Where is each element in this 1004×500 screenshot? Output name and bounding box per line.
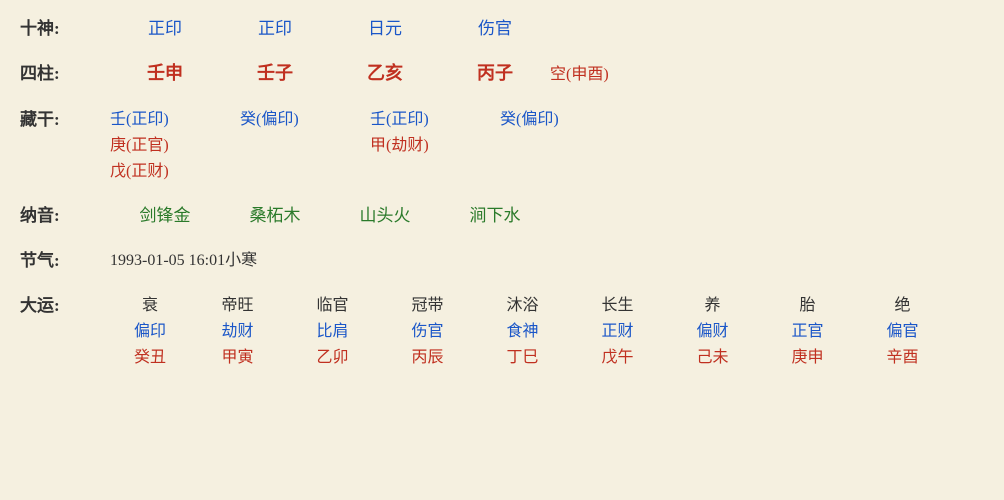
zanggan-line-2: 庚(正官) 甲(劫财) (110, 131, 630, 155)
dayun-l2-i2: 劫财 (190, 317, 285, 341)
zanggan-l2-i1: 庚(正官) (110, 131, 240, 155)
dayun-l2-i9: 偏官 (855, 317, 950, 341)
dayun-l2-i8: 正官 (760, 317, 855, 341)
nayin-item-1: 剑锋金 (110, 201, 220, 226)
shishen-content: 正印 正印 日元 伤官 (110, 14, 984, 39)
jieqi-row: 节气: 1993-01-05 16:01小寒 (20, 242, 984, 275)
dayun-l1-i4: 冠带 (380, 291, 475, 315)
dayun-l1-i3: 临官 (285, 291, 380, 315)
dayun-l2-i5: 食神 (475, 317, 570, 341)
dayun-line-1: 衰 帝旺 临官 冠带 沐浴 长生 养 胎 绝 (110, 291, 950, 315)
dayun-l3-i3: 乙卯 (285, 343, 380, 367)
zanggan-l2-i3: 甲(劫财) (370, 131, 500, 155)
dayun-l3-i6: 戊午 (570, 343, 665, 367)
dayun-content: 衰 帝旺 临官 冠带 沐浴 长生 养 胎 绝 偏印 劫财 比肩 伤官 食神 正财… (110, 291, 950, 367)
sizhu-item-3: 乙亥 (330, 59, 440, 85)
zanggan-l1-i1: 壬(正印) (110, 105, 240, 129)
zanggan-l2-i2 (240, 131, 370, 155)
dayun-row: 大运: 衰 帝旺 临官 冠带 沐浴 长生 养 胎 绝 偏印 劫财 比肩 伤官 食… (20, 287, 984, 371)
dayun-l2-i1: 偏印 (110, 317, 190, 341)
nayin-content: 剑锋金 桑柘木 山头火 涧下水 (110, 201, 984, 226)
dayun-l1-i9: 绝 (855, 291, 950, 315)
zanggan-row: 藏干: 壬(正印) 癸(偏印) 壬(正印) 癸(偏印) 庚(正官) 甲(劫财) … (20, 101, 984, 185)
jieqi-content: 1993-01-05 16:01小寒 (110, 246, 257, 270)
shishen-row: 十神: 正印 正印 日元 伤官 (20, 10, 984, 43)
nayin-item-4: 涧下水 (440, 201, 550, 226)
dayun-l1-i6: 长生 (570, 291, 665, 315)
zanggan-label: 藏干: (20, 105, 110, 130)
shishen-item-3: 日元 (330, 14, 440, 39)
zanggan-l1-i4: 癸(偏印) (500, 105, 630, 129)
shishen-item-2: 正印 (220, 14, 330, 39)
dayun-label: 大运: (20, 291, 110, 316)
dayun-l3-i7: 己未 (665, 343, 760, 367)
dayun-l2-i6: 正财 (570, 317, 665, 341)
dayun-l3-i5: 丁巳 (475, 343, 570, 367)
sizhu-item-2: 壬子 (220, 59, 330, 85)
sizhu-content: 壬申 壬子 乙亥 丙子 空(申酉) (110, 59, 984, 85)
dayun-line-2: 偏印 劫财 比肩 伤官 食神 正财 偏财 正官 偏官 (110, 317, 950, 341)
dayun-l2-i4: 伤官 (380, 317, 475, 341)
dayun-l2-i7: 偏财 (665, 317, 760, 341)
zanggan-l1-i2: 癸(偏印) (240, 105, 370, 129)
shishen-item-1: 正印 (110, 14, 220, 39)
dayun-l1-i7: 养 (665, 291, 760, 315)
zanggan-content: 壬(正印) 癸(偏印) 壬(正印) 癸(偏印) 庚(正官) 甲(劫财) 戊(正财… (110, 105, 630, 181)
dayun-l1-i1: 衰 (110, 291, 190, 315)
shishen-label: 十神: (20, 14, 110, 39)
zanggan-line-3: 戊(正财) (110, 157, 630, 181)
zanggan-l1-i3: 壬(正印) (370, 105, 500, 129)
dayun-l1-i8: 胎 (760, 291, 855, 315)
dayun-l3-i2: 甲寅 (190, 343, 285, 367)
nayin-row: 纳音: 剑锋金 桑柘木 山头火 涧下水 (20, 197, 984, 230)
dayun-line-3: 癸丑 甲寅 乙卯 丙辰 丁巳 戊午 己未 庚申 辛酉 (110, 343, 950, 367)
sizhu-extra: 空(申酉) (550, 60, 609, 84)
dayun-l2-i3: 比肩 (285, 317, 380, 341)
zanggan-l2-i4 (500, 131, 630, 155)
nayin-item-3: 山头火 (330, 201, 440, 226)
sizhu-item-4: 丙子 (440, 59, 550, 85)
sizhu-item-1: 壬申 (110, 59, 220, 85)
dayun-l1-i5: 沐浴 (475, 291, 570, 315)
dayun-l3-i8: 庚申 (760, 343, 855, 367)
nayin-item-2: 桑柘木 (220, 201, 330, 226)
dayun-l3-i9: 辛酉 (855, 343, 950, 367)
nayin-label: 纳音: (20, 201, 110, 226)
dayun-l3-i1: 癸丑 (110, 343, 190, 367)
zanggan-line-1: 壬(正印) 癸(偏印) 壬(正印) 癸(偏印) (110, 105, 630, 129)
sizhu-row: 四柱: 壬申 壬子 乙亥 丙子 空(申酉) (20, 55, 984, 89)
dayun-l1-i2: 帝旺 (190, 291, 285, 315)
dayun-l3-i4: 丙辰 (380, 343, 475, 367)
jieqi-label: 节气: (20, 246, 110, 271)
shishen-item-4: 伤官 (440, 14, 550, 39)
zanggan-l3-i1: 戊(正财) (110, 157, 240, 181)
sizhu-label: 四柱: (20, 59, 110, 84)
